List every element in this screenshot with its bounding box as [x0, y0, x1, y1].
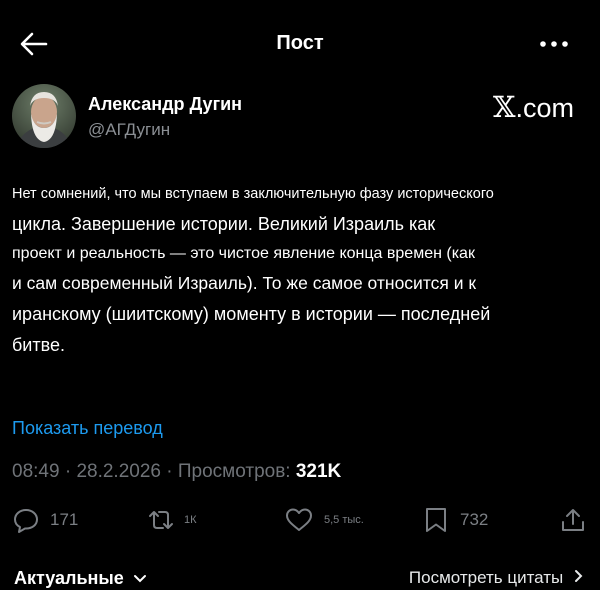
repost-button[interactable]: 1К — [146, 500, 197, 540]
avatar[interactable] — [12, 84, 76, 148]
repost-icon — [149, 511, 173, 529]
views-count[interactable]: 321K — [296, 461, 341, 482]
meta-separator: · — [64, 461, 72, 482]
post-date: 28.2.2026 — [76, 461, 161, 482]
bottom-bar: Актуальные Посмотреть цитаты — [0, 560, 600, 590]
top-bar: Пост — [0, 0, 600, 90]
post-meta: 08:49 · 28.2.2026 · Просмотров: 321K — [12, 461, 341, 483]
bookmark-count: 732 — [460, 510, 489, 529]
author-name[interactable]: Александр Дугин — [88, 94, 242, 115]
chevron-right-icon — [575, 570, 583, 582]
heart-icon — [286, 508, 312, 531]
post-text-line: иранскому (шиитскому) моменту в истории … — [12, 304, 491, 324]
avatar-image — [12, 84, 76, 148]
post-text: Нет сомнений, что мы вступаем в заключит… — [12, 186, 588, 356]
meta-separator: · — [166, 461, 173, 482]
bookmark-button[interactable]: 732 — [424, 500, 488, 540]
chevron-down-icon — [133, 575, 146, 583]
post-text-line: цикла. Завершение истории. Великий Израи… — [12, 214, 436, 234]
x-logo: 𝕏 — [492, 90, 516, 124]
reply-button[interactable]: 171 — [12, 500, 78, 540]
post-text-line: Нет сомнений, что мы вступаем в заключит… — [12, 186, 494, 202]
post-time: 08:49 — [12, 461, 60, 482]
action-bar: 171 1К 5,5 тыс. 732 — [0, 500, 600, 540]
reply-icon — [14, 509, 38, 533]
views-label: Просмотров: — [177, 461, 291, 482]
author-handle[interactable]: @АГДугин — [88, 120, 170, 140]
author-block: Александр Дугин @АГДугин 𝕏.com — [12, 84, 588, 154]
more-options-button[interactable] — [538, 36, 570, 52]
post-text-line: битве. — [12, 335, 65, 355]
post-text-line: проект и реальность — это чистое явление… — [12, 245, 475, 262]
view-quotes-link[interactable]: Посмотреть цитаты — [409, 568, 584, 588]
watermark-suffix: .com — [515, 93, 574, 123]
sort-label: Актуальные — [14, 568, 124, 588]
post-text-line: и сам современный Израиль). То же самое … — [12, 273, 477, 293]
like-button[interactable]: 5,5 тыс. — [284, 500, 364, 540]
page-title: Пост — [276, 32, 324, 54]
like-count: 5,5 тыс. — [324, 514, 364, 526]
reply-count: 171 — [50, 510, 79, 529]
bookmark-icon — [426, 508, 446, 532]
x-watermark: 𝕏.com — [493, 90, 574, 124]
repost-count: 1К — [184, 514, 197, 526]
more-horizontal-icon — [540, 41, 568, 47]
show-translation-link[interactable]: Показать перевод — [12, 418, 163, 439]
view-quotes-label: Посмотреть цитаты — [408, 568, 564, 587]
share-button[interactable] — [560, 500, 586, 540]
share-icon — [562, 509, 584, 531]
